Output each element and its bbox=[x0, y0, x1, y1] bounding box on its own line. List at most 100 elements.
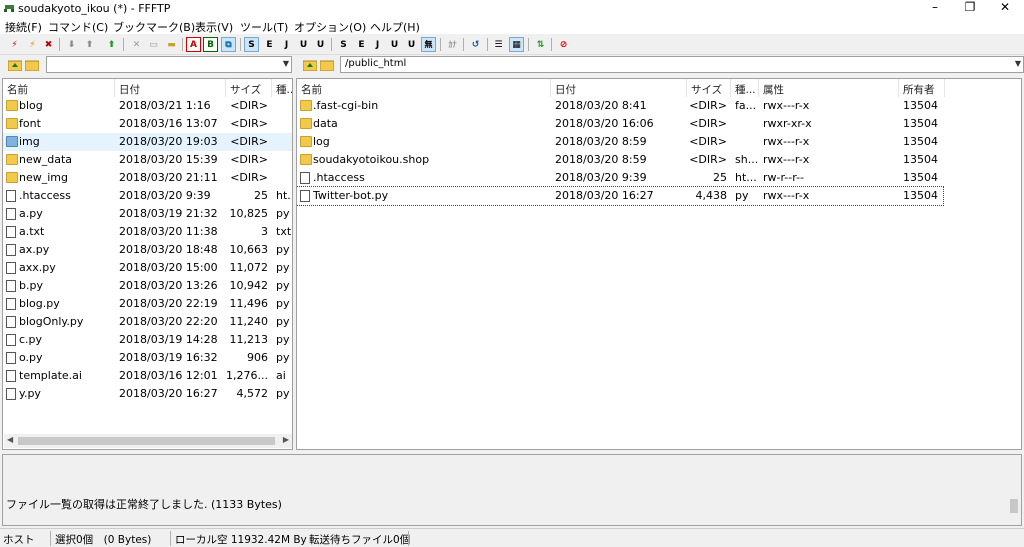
auto-mode-icon[interactable]: ⧉ bbox=[221, 37, 236, 52]
menu-view[interactable]: 表示(V) bbox=[195, 19, 233, 35]
kanji-jis-icon[interactable]: J bbox=[279, 37, 294, 52]
file-type: ht... bbox=[735, 171, 757, 184]
file-row[interactable]: .htaccess 2018/03/20 9:39 25 ht... rw-r--r--… bbox=[297, 169, 943, 187]
remote-utf8-icon[interactable]: U bbox=[404, 37, 419, 52]
minimize-button[interactable]: – bbox=[920, 0, 950, 17]
file-row[interactable]: b.py 2018/03/20 13:26 10,942 py bbox=[3, 277, 292, 295]
file-row[interactable]: font 2018/03/16 13:07 <DIR> bbox=[3, 115, 292, 133]
binary-mode-icon[interactable]: B bbox=[203, 37, 218, 52]
menu-connect[interactable]: 接続(F) bbox=[5, 19, 42, 35]
no-convert-icon[interactable]: 無 bbox=[421, 37, 436, 52]
local-up-folder-icon[interactable] bbox=[7, 57, 23, 72]
detail-view-icon[interactable]: ▦ bbox=[509, 37, 524, 52]
file-row[interactable]: img 2018/03/20 19:03 <DIR> bbox=[3, 133, 292, 151]
file-row[interactable]: blogOnly.py 2018/03/20 22:20 11,240 py bbox=[3, 313, 292, 331]
file-date: 2018/03/20 22:19 bbox=[119, 297, 218, 310]
kanji-euc-icon[interactable]: E bbox=[262, 37, 277, 52]
list-view-icon[interactable]: ☰ bbox=[491, 37, 506, 52]
local-path-input[interactable]: ▼ bbox=[46, 56, 292, 73]
remote-col-type[interactable]: 種... bbox=[731, 79, 759, 97]
menu-help[interactable]: ヘルプ(H) bbox=[370, 19, 420, 35]
title-bar: soudakyoto_ikou (*) - FFFTP – ❐ ✕ bbox=[0, 0, 1024, 17]
status-host: ホスト bbox=[3, 534, 35, 546]
file-row[interactable]: soudakyotoikou.shop 2018/03/20 8:59 <DIR> s… bbox=[297, 151, 943, 169]
kana-convert-icon[interactable]: ｶﾅ bbox=[445, 37, 460, 52]
stop-icon[interactable]: ⊘ bbox=[556, 37, 571, 52]
file-name: ax.py bbox=[19, 243, 50, 256]
file-row[interactable]: .fast-cgi-bin 2018/03/20 8:41 <DIR> fa... rw… bbox=[297, 97, 943, 115]
kanji-utf8n-icon[interactable]: U bbox=[296, 37, 311, 52]
new-folder-icon[interactable]: ▬ bbox=[164, 37, 179, 52]
remote-up-folder-icon[interactable] bbox=[302, 57, 318, 72]
ascii-mode-icon[interactable]: A bbox=[186, 37, 201, 52]
menu-command[interactable]: コマンド(C) bbox=[48, 19, 108, 35]
scroll-thumb[interactable] bbox=[1010, 499, 1018, 513]
remote-col-owner[interactable]: 所有者 bbox=[899, 79, 945, 97]
local-file-list[interactable]: 名前 日付 サイズ 種... blog2018/03/21 1:16<DIR>f… bbox=[2, 78, 293, 450]
scroll-right-icon[interactable]: ▶ bbox=[283, 435, 289, 444]
file-row[interactable]: axx.py 2018/03/20 15:00 11,072 py bbox=[3, 259, 292, 277]
file-row[interactable]: new_data 2018/03/20 15:39 <DIR> bbox=[3, 151, 292, 169]
remote-sjis-icon[interactable]: S bbox=[336, 37, 351, 52]
file-row[interactable]: template.ai 2018/03/16 12:01 1,276... ai bbox=[3, 367, 292, 385]
upload-icon[interactable]: ⬆ bbox=[82, 37, 97, 52]
sync-folder-icon[interactable]: ⇅ bbox=[533, 37, 548, 52]
remote-utf8n-icon[interactable]: U bbox=[387, 37, 402, 52]
connect-icon[interactable]: ⚡ bbox=[7, 37, 22, 52]
file-row[interactable]: y.py 2018/03/20 16:27 4,572 py bbox=[3, 385, 292, 403]
file-row[interactable]: Twitter-bot.py 2018/03/20 16:27 4,438 py rwx… bbox=[297, 186, 944, 206]
file-row[interactable]: ax.py 2018/03/20 18:48 10,663 py bbox=[3, 241, 292, 259]
file-row[interactable]: o.py 2018/03/19 16:32 906 py bbox=[3, 349, 292, 367]
menu-bookmark[interactable]: ブックマーク(B) bbox=[113, 19, 195, 35]
maximize-button[interactable]: ❐ bbox=[955, 0, 985, 17]
file-type: py bbox=[276, 387, 290, 400]
file-row[interactable]: log 2018/03/20 8:59 <DIR> rwx---r-x 13504 bbox=[297, 133, 943, 151]
remote-open-folder-icon[interactable] bbox=[319, 57, 335, 72]
local-col-size[interactable]: サイズ bbox=[226, 79, 272, 97]
disconnect-icon[interactable]: ✖ bbox=[41, 37, 56, 52]
file-row[interactable]: blog 2018/03/21 1:16 <DIR> bbox=[3, 97, 292, 115]
remote-col-attr[interactable]: 属性 bbox=[759, 79, 899, 97]
file-icon bbox=[6, 280, 16, 292]
remote-euc-icon[interactable]: E bbox=[354, 37, 369, 52]
close-button[interactable]: ✕ bbox=[990, 0, 1020, 17]
local-col-type[interactable]: 種... bbox=[272, 79, 292, 97]
file-row[interactable]: blog.py 2018/03/20 22:19 11,496 py bbox=[3, 295, 292, 313]
file-row[interactable]: a.py 2018/03/19 21:32 10,825 py bbox=[3, 205, 292, 223]
file-row[interactable]: data 2018/03/20 16:06 <DIR> rwxr-xr-x 13504 bbox=[297, 115, 943, 133]
menu-tools[interactable]: ツール(T) bbox=[240, 19, 288, 35]
delete-icon[interactable]: ✕ bbox=[129, 37, 144, 52]
log-vertical-scrollbar[interactable] bbox=[1007, 455, 1021, 525]
file-row[interactable]: a.txt 2018/03/20 11:38 3 txt bbox=[3, 223, 292, 241]
remote-file-list[interactable]: 名前 日付 サイズ 種... 属性 所有者 .fast-cgi-bin 2018/… bbox=[296, 78, 1022, 450]
refresh-icon[interactable]: ↺ bbox=[468, 37, 483, 52]
scroll-thumb[interactable] bbox=[18, 437, 275, 445]
local-col-name[interactable]: 名前 bbox=[3, 79, 115, 97]
local-open-folder-icon[interactable] bbox=[24, 57, 40, 72]
file-date: 2018/03/19 16:32 bbox=[119, 351, 218, 364]
file-row[interactable]: .htaccess 2018/03/20 9:39 25 ht... bbox=[3, 187, 292, 205]
remote-jis-icon[interactable]: J bbox=[370, 37, 385, 52]
chevron-down-icon[interactable]: ▼ bbox=[1015, 59, 1021, 68]
scroll-left-icon[interactable]: ◀ bbox=[7, 435, 13, 444]
remote-path-input[interactable]: /public_html ▼ bbox=[340, 56, 1024, 73]
menu-options[interactable]: オプション(O) bbox=[294, 19, 366, 35]
quick-connect-icon[interactable]: ⚡ bbox=[25, 37, 40, 52]
file-row[interactable]: c.py 2018/03/19 14:28 11,213 py bbox=[3, 331, 292, 349]
file-size: 10,825 bbox=[229, 207, 269, 220]
file-icon bbox=[6, 370, 16, 382]
download-icon[interactable]: ⬇ bbox=[64, 37, 79, 52]
remote-col-name[interactable]: 名前 bbox=[297, 79, 551, 97]
file-type: py bbox=[276, 333, 290, 346]
kanji-utf8-icon[interactable]: U bbox=[313, 37, 328, 52]
mirror-upload-icon[interactable]: ⬆ bbox=[104, 37, 119, 52]
kanji-sjis-icon[interactable]: S bbox=[244, 37, 259, 52]
remote-col-size[interactable]: サイズ bbox=[687, 79, 731, 97]
chevron-down-icon[interactable]: ▼ bbox=[283, 59, 289, 68]
rename-icon[interactable]: ▭ bbox=[146, 37, 161, 52]
local-horizontal-scrollbar[interactable]: ◀ ▶ bbox=[4, 434, 292, 448]
remote-col-date[interactable]: 日付 bbox=[551, 79, 687, 97]
file-row[interactable]: new_img 2018/03/20 21:11 <DIR> bbox=[3, 169, 292, 187]
local-col-date[interactable]: 日付 bbox=[115, 79, 226, 97]
file-icon bbox=[300, 172, 310, 184]
